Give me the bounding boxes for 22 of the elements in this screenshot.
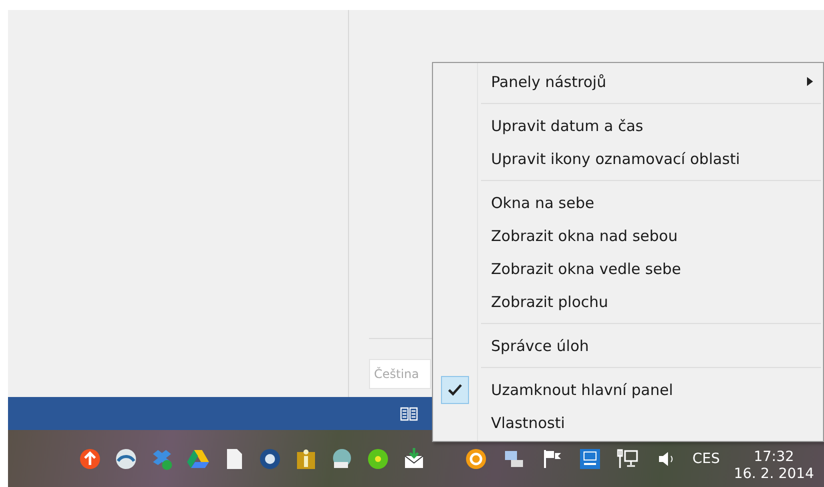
ring-icon[interactable]	[464, 446, 488, 470]
network-icon[interactable]	[616, 446, 640, 470]
book-icon[interactable]	[400, 404, 418, 422]
submenu-arrow-icon	[807, 77, 813, 86]
menu-item[interactable]: Upravit ikony oznamovací oblasti	[435, 142, 821, 175]
menu-item[interactable]: Správce úloh	[435, 329, 821, 362]
menu-item[interactable]: Zobrazit plochu	[435, 285, 821, 318]
flower-icon[interactable]	[366, 446, 390, 470]
language-field[interactable]: Čeština	[369, 359, 431, 389]
checkmark-icon	[448, 384, 462, 396]
menu-item[interactable]: Upravit datum a čas	[435, 109, 821, 142]
upload-icon[interactable]	[78, 446, 102, 470]
mail-download-icon[interactable]	[402, 446, 426, 470]
menu-item[interactable]: Panely nástrojů	[435, 65, 821, 98]
menu-item[interactable]: Zobrazit okna vedle sebe	[435, 252, 821, 285]
menu-item[interactable]: Vlastnosti	[435, 406, 821, 439]
clock[interactable]: 17:32 16. 2. 2014	[734, 448, 814, 482]
info-icon[interactable]	[294, 446, 318, 470]
menu-item[interactable]: Okna na sebe	[435, 186, 821, 219]
language-indicator[interactable]: CES	[692, 450, 720, 466]
menu-item[interactable]: Uzamknout hlavní panel	[435, 373, 821, 406]
menu-item[interactable]: Zobrazit okna nad sebou	[435, 219, 821, 252]
